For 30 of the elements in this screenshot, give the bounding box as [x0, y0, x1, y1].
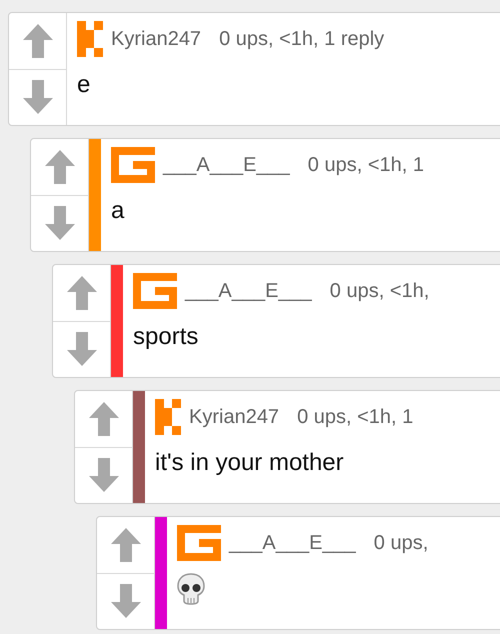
- comment-text: it's in your mother: [155, 448, 344, 478]
- skull-icon: [177, 573, 205, 605]
- comment-text: a: [111, 196, 124, 226]
- downvote-arrow-icon[interactable]: [110, 584, 140, 618]
- g-logo-icon: [133, 273, 177, 309]
- upvote-arrow-icon[interactable]: [22, 24, 52, 58]
- downvote-arrow-icon[interactable]: [44, 206, 74, 240]
- g-logo-icon: [111, 147, 155, 183]
- upvote-arrow-icon[interactable]: [66, 276, 96, 310]
- k-logo-icon: [77, 21, 103, 57]
- author-name[interactable]: ___A___E___: [185, 276, 312, 306]
- upvote-arrow-icon[interactable]: [88, 402, 118, 436]
- author-name[interactable]: ___A___E___: [163, 150, 290, 180]
- comment-meta: 0 ups, <1h, 1: [297, 405, 414, 430]
- comment-meta: 0 ups,: [374, 531, 428, 556]
- comment-text: e: [77, 70, 90, 100]
- upvote-arrow-icon[interactable]: [110, 528, 140, 562]
- k-logo-icon: [155, 399, 181, 435]
- author-name[interactable]: Kyrian247: [111, 24, 202, 54]
- downvote-arrow-icon[interactable]: [22, 80, 52, 114]
- author-name[interactable]: ___A___E___: [229, 528, 356, 558]
- downvote-arrow-icon[interactable]: [66, 332, 96, 366]
- comment-meta: 0 ups, <1h, 1: [308, 153, 424, 178]
- g-logo-icon: [177, 525, 221, 561]
- upvote-arrow-icon[interactable]: [44, 150, 74, 184]
- comment-text: sports: [133, 322, 198, 352]
- downvote-arrow-icon[interactable]: [88, 458, 118, 492]
- comment-meta: 0 ups, <1h,: [330, 279, 430, 304]
- comment-meta: 0 ups, <1h, 1 reply: [219, 27, 384, 52]
- author-name[interactable]: Kyrian247: [189, 402, 280, 432]
